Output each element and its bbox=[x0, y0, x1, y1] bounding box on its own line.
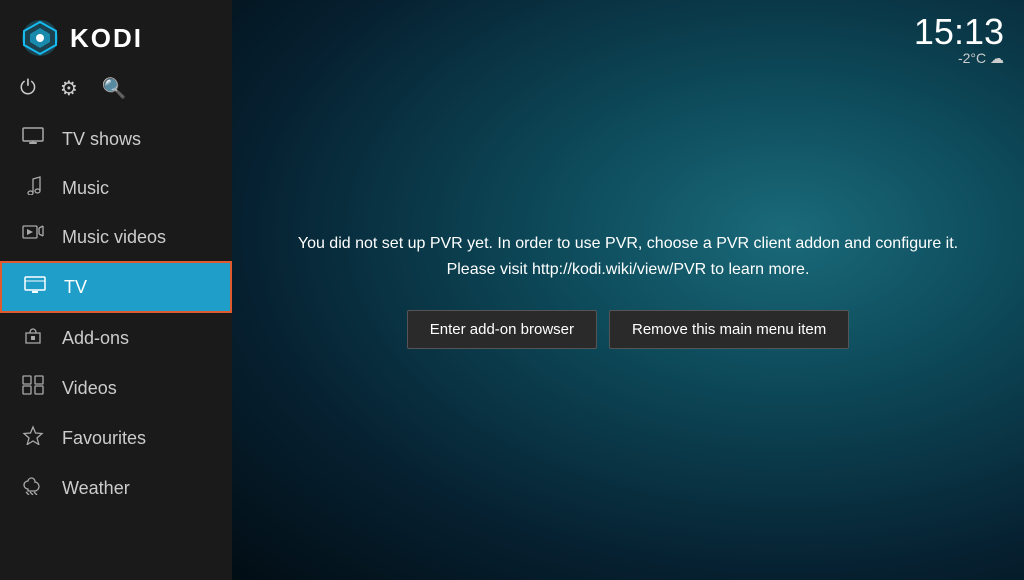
clock-time: 15:13 bbox=[914, 14, 1004, 50]
sidebar-item-tv[interactable]: TV bbox=[0, 261, 232, 313]
sidebar-item-label: Add-ons bbox=[62, 328, 129, 349]
toolbar: ⏻ ⚙ 🔍 bbox=[0, 68, 232, 115]
clock-area: 15:13 -2°C ☁ bbox=[914, 14, 1004, 67]
sidebar: KODI ⏻ ⚙ 🔍 TV shows bbox=[0, 0, 232, 580]
sidebar-item-label: Videos bbox=[62, 378, 117, 399]
weather-icon bbox=[20, 475, 46, 501]
videos-icon bbox=[20, 375, 46, 401]
settings-icon[interactable]: ⚙ bbox=[60, 76, 78, 101]
power-icon[interactable]: ⏻ bbox=[20, 77, 36, 100]
sidebar-item-label: TV bbox=[64, 277, 87, 298]
tv-icon bbox=[22, 275, 48, 299]
sidebar-item-music[interactable]: Music bbox=[0, 163, 232, 213]
logo-area: KODI bbox=[0, 0, 232, 68]
sidebar-item-label: Music bbox=[62, 178, 109, 199]
sidebar-item-addons[interactable]: Add-ons bbox=[0, 313, 232, 363]
search-icon[interactable]: 🔍 bbox=[102, 76, 127, 101]
tv-shows-icon bbox=[20, 127, 46, 151]
sidebar-item-label: TV shows bbox=[62, 129, 141, 150]
nav-menu: TV shows Music bbox=[0, 115, 232, 580]
sidebar-item-music-videos[interactable]: Music videos bbox=[0, 213, 232, 261]
app-title: KODI bbox=[70, 23, 143, 54]
sidebar-item-videos[interactable]: Videos bbox=[0, 363, 232, 413]
remove-menu-item-button[interactable]: Remove this main menu item bbox=[609, 310, 849, 349]
music-videos-icon bbox=[20, 225, 46, 249]
pvr-message: You did not set up PVR yet. In order to … bbox=[298, 231, 958, 282]
sidebar-item-favourites[interactable]: Favourites bbox=[0, 413, 232, 463]
main-content: 15:13 -2°C ☁ You did not set up PVR yet.… bbox=[232, 0, 1024, 580]
addons-icon bbox=[20, 325, 46, 351]
sidebar-item-label: Favourites bbox=[62, 428, 146, 449]
clock-weather: -2°C ☁ bbox=[914, 50, 1004, 67]
kodi-logo-icon bbox=[20, 18, 60, 58]
sidebar-item-weather[interactable]: Weather bbox=[0, 463, 232, 513]
sidebar-item-label: Music videos bbox=[62, 227, 166, 248]
favourites-icon bbox=[20, 425, 46, 451]
enter-addon-browser-button[interactable]: Enter add-on browser bbox=[407, 310, 597, 349]
sidebar-item-tv-shows[interactable]: TV shows bbox=[0, 115, 232, 163]
pvr-buttons: Enter add-on browser Remove this main me… bbox=[407, 310, 850, 349]
sidebar-item-label: Weather bbox=[62, 478, 130, 499]
music-icon bbox=[20, 175, 46, 201]
pvr-content: You did not set up PVR yet. In order to … bbox=[232, 0, 1024, 580]
